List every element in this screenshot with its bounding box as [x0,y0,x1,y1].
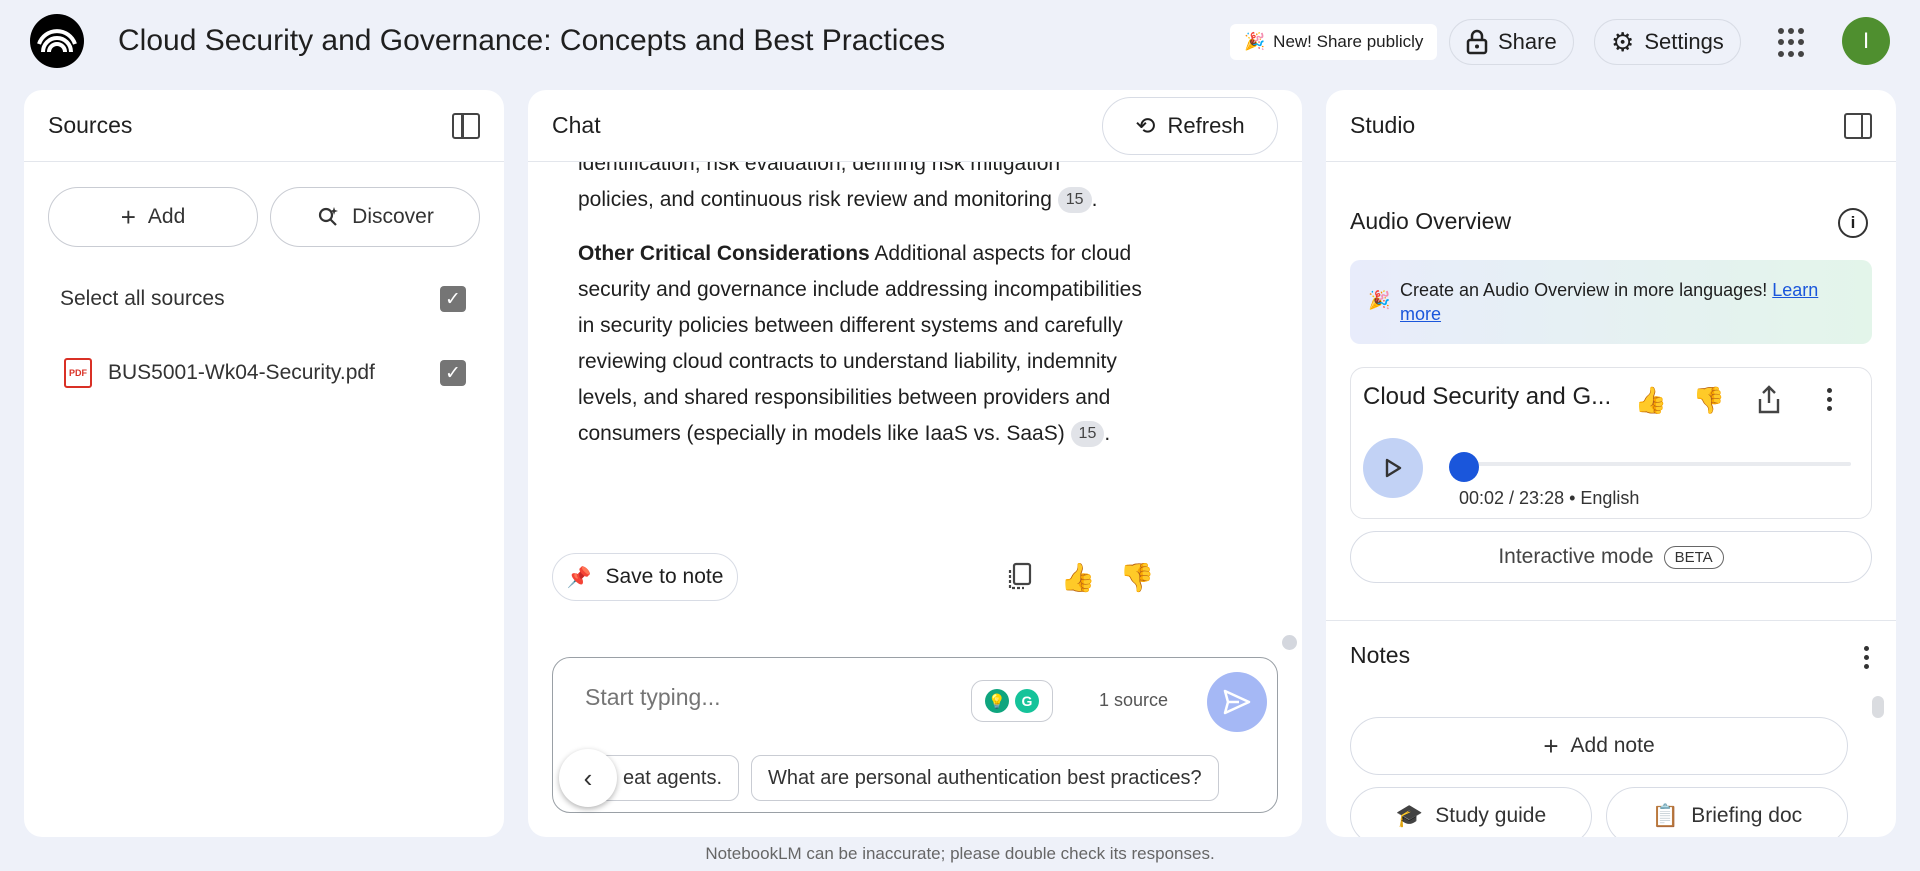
prev-paragraph-end: policies, and continuous risk review and… [578,182,1198,218]
avatar[interactable]: I [1842,17,1890,65]
interactive-mode-label: Interactive mode [1498,545,1654,568]
study-guide-button[interactable]: 🎓 Study guide [1350,787,1592,837]
add-label: Add [147,205,186,228]
briefing-doc-button[interactable]: 📋 Briefing doc [1606,787,1848,837]
notebooklm-logo[interactable] [30,14,84,68]
send-button[interactable] [1207,672,1267,732]
chat-title: Chat [552,112,601,138]
thumbs-up-icon[interactable]: 👍 [1060,559,1096,595]
plus-icon: + [120,201,136,232]
partial-line: identification, risk evaluation, definin… [578,162,1061,175]
studio-panel: Studio Audio Overview i 🎉 Create an Audi… [1326,90,1896,837]
collapse-panel-icon[interactable] [1844,112,1872,139]
lightbulb-icon: 💡 [985,689,1009,713]
suggestion-chip[interactable]: What are personal authentication best pr… [751,755,1219,801]
interactive-mode-button[interactable]: Interactive mode BETA [1350,531,1872,583]
grammarly-widget[interactable]: 💡 G [971,680,1053,722]
audio-time: 00:02 / 23:28 • English [1459,488,1640,508]
share-publicly-button[interactable]: 🎉 New! Share publicly [1230,24,1438,60]
lock-icon [1466,29,1488,55]
plus-icon: + [1543,730,1559,761]
share-export-icon[interactable] [1751,382,1787,418]
notes-more-icon[interactable] [1864,646,1870,669]
studio-scrollbar[interactable] [1872,696,1884,718]
sources-header: Sources [24,90,504,162]
source-count: 1 source [1099,690,1169,710]
save-to-note-label: Save to note [605,565,724,588]
save-to-note-button[interactable]: 📌 Save to note [552,553,738,601]
studio-title: Studio [1350,112,1416,138]
notes-title: Notes [1350,642,1411,668]
chat-composer: 💡 G 1 source eat agents. What are person… [552,657,1278,813]
audio-overview-card: Cloud Security and G... 👍 👎 00:02 / 23:2… [1350,367,1872,519]
bullet-heading: Other Critical Considerations [578,242,870,265]
audio-progress-thumb[interactable] [1449,452,1479,482]
chevron-left-icon[interactable]: ‹ [559,749,617,807]
pdf-icon: PDF [64,358,92,388]
play-icon [1385,458,1402,478]
banner-text: Create an Audio Overview in more languag… [1400,280,1768,300]
languages-banner: 🎉 Create an Audio Overview in more langu… [1350,260,1872,344]
disclaimer: NotebookLM can be inaccurate; please dou… [705,844,1215,863]
beta-badge: BETA [1663,545,1724,569]
thumbs-down-icon[interactable]: 👎 [1691,382,1727,418]
chat-response: identification, risk evaluation, definin… [578,162,1198,532]
share-label: Share [1498,29,1557,54]
add-note-label: Add note [1570,734,1655,757]
sources-panel: Sources + Add Discover Select all source… [24,90,504,837]
play-button[interactable] [1363,438,1423,498]
thumbs-up-icon[interactable]: 👍 [1633,382,1669,418]
refresh-button[interactable]: ⟲ Refresh [1102,97,1278,155]
select-all-label: Select all sources [60,287,225,310]
thumbs-down-icon[interactable]: 👎 [1119,559,1155,595]
apps-grid-icon[interactable] [1778,28,1808,58]
pin-icon: 📌 [566,566,592,589]
bullet-text: Additional aspects for cloud security an… [578,242,1142,445]
source-filename: BUS5001-Wk04-Security.pdf [108,361,375,384]
gear-icon: ⚙ [1611,26,1635,57]
more-options-icon[interactable] [1827,388,1833,411]
source-checkbox[interactable]: ✓ [440,360,466,386]
chat-panel: Chat ⟲ Refresh identification, risk eval… [528,90,1302,837]
scroll-indicator[interactable] [1282,635,1297,650]
audio-overview-title: Audio Overview [1350,208,1512,234]
bullet-item: • Other Critical Considerations Addition… [578,236,1148,452]
document-icon: 📋 [1651,803,1680,828]
refresh-icon: ⟲ [1135,112,1156,140]
graduation-cap-icon: 🎓 [1395,803,1424,828]
share-publicly-label: New! Share publicly [1273,32,1424,51]
party-icon: 🎉 [1368,290,1391,310]
grammarly-icon: G [1015,689,1039,713]
add-note-button[interactable]: + Add note [1350,717,1848,775]
info-icon[interactable]: i [1838,208,1868,238]
page-title[interactable]: Cloud Security and Governance: Concepts … [118,24,945,58]
send-icon [1223,689,1251,715]
add-source-button[interactable]: + Add [48,187,258,247]
studio-header: Studio [1326,90,1896,162]
section-divider [1326,620,1896,621]
copy-icon[interactable] [1002,559,1038,595]
share-button[interactable]: Share [1449,19,1574,65]
settings-label: Settings [1644,29,1724,54]
select-all-row[interactable]: Select all sources ✓ [24,286,504,312]
chat-input[interactable] [585,684,945,711]
collapse-panel-icon[interactable] [452,112,480,139]
select-all-checkbox[interactable]: ✓ [440,286,466,312]
discover-search-icon [319,207,339,226]
citation-badge[interactable]: 15 [1070,421,1105,448]
study-guide-label: Study guide [1435,804,1547,827]
settings-button[interactable]: ⚙ Settings [1594,19,1741,65]
audio-title: Cloud Security and G... [1363,383,1612,410]
briefing-doc-label: Briefing doc [1691,804,1803,827]
source-item[interactable]: PDF BUS5001-Wk04-Security.pdf ✓ [24,358,504,388]
discover-label: Discover [352,205,434,228]
discover-button[interactable]: Discover [270,187,480,247]
logo-icon [37,29,77,53]
citation-badge[interactable]: 15 [1057,187,1092,214]
sources-title: Sources [48,112,133,138]
refresh-label: Refresh [1167,113,1245,138]
audio-progress-track[interactable] [1455,462,1851,466]
party-icon: 🎉 [1244,32,1266,51]
